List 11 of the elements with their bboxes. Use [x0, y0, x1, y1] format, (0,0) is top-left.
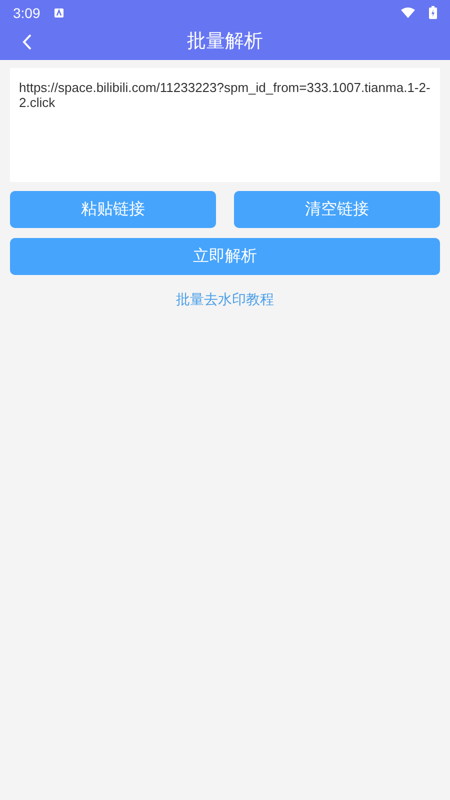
battery-icon: [429, 6, 437, 19]
page-title: 批量解析: [187, 30, 263, 54]
tutorial-link[interactable]: 批量去水印教程: [176, 289, 274, 310]
status-time: 3:09: [13, 6, 40, 20]
paste-link-button[interactable]: 粘贴链接: [10, 191, 216, 228]
parse-button[interactable]: 立即解析: [10, 238, 440, 275]
notification-icon: [54, 8, 64, 18]
back-icon: [22, 34, 32, 50]
clear-link-button[interactable]: 清空链接: [234, 191, 440, 228]
link-input-field[interactable]: https://space.bilibili.com/11233223?spm_id_from=333.1007.tianma.1-2-2.click: [10, 68, 440, 182]
wifi-icon: [401, 7, 415, 18]
